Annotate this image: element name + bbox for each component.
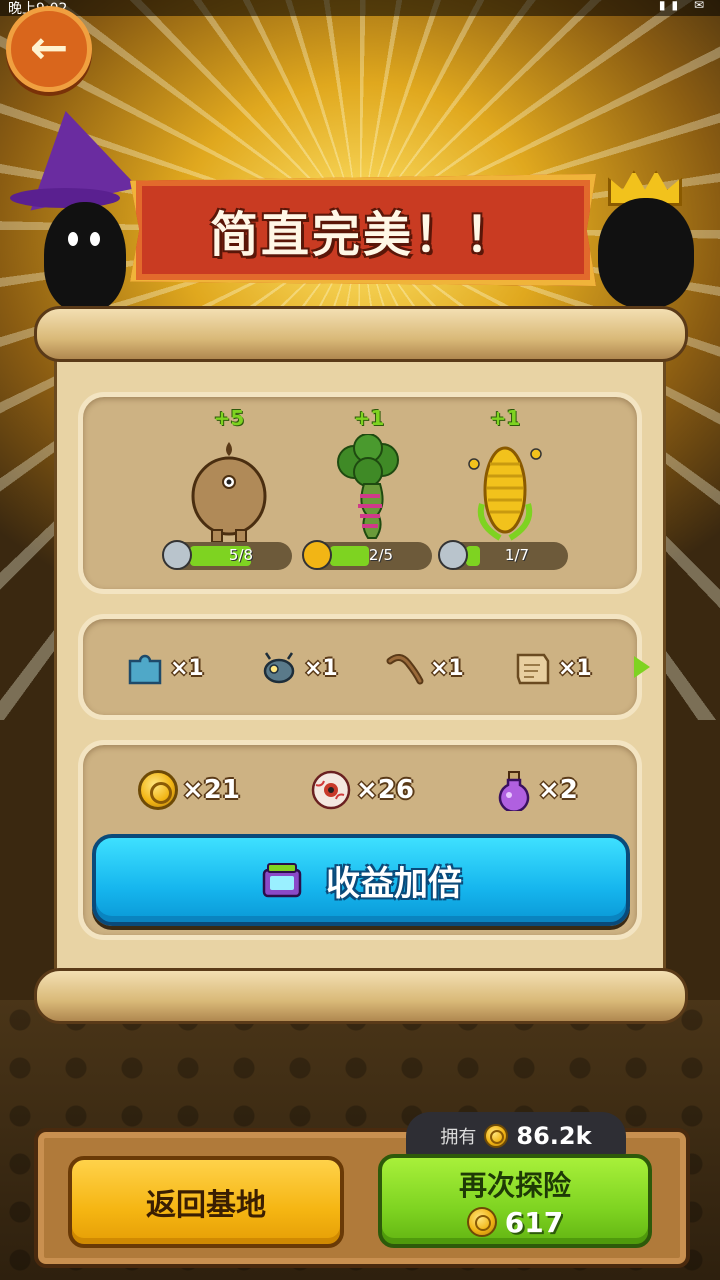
explore-cost-value: 617 [504,1205,564,1239]
progress-label: 5/8 [228,546,254,564]
result-banner: 简直完美！！ [130,174,596,286]
plant-corn[interactable]: +1 1/7 [438,400,570,590]
owned-coins-tag: 拥有 86.2k [406,1112,626,1160]
king-character [590,170,720,320]
plant-bonus: +5 [213,406,245,430]
item-count: ×1 [430,655,464,681]
gold-rank-icon [302,540,332,570]
corn-icon [468,446,542,541]
double-rewards-label: 收益加倍 [326,863,462,904]
item-count: ×1 [558,655,592,681]
eye [90,232,100,246]
eye [68,232,78,246]
reward-item[interactable]: ×1 [124,644,204,692]
silver-rank-icon [438,540,468,570]
coin-icon [466,1207,497,1237]
reward-potions: ×2 [494,768,578,812]
status-bar: 晚上9:02 ▮▮ ✉ [0,0,720,17]
banner-title: 简直完美！！ [209,207,516,263]
status-icons: ▮▮ ✉ [658,0,710,12]
eyeball-icon [311,770,351,810]
owned-label: 拥有 [440,1127,477,1148]
item-count: ×1 [304,655,338,681]
potion-count: ×2 [538,775,578,805]
scroll-map-icon [516,653,550,685]
back-button[interactable]: ← [6,6,92,92]
progress-label: 2/5 [368,546,394,564]
tv-ad-icon [262,863,302,898]
return-base-label: 返回基地 [146,1188,266,1223]
worm-icon [386,654,424,685]
mechanical-bug-icon [263,652,295,684]
item-count: ×1 [170,655,204,681]
owned-value: 86.2k [516,1122,592,1150]
reward-item[interactable]: ×1 [258,644,338,692]
return-base-button[interactable]: 返回基地 [68,1156,344,1248]
coin-icon [138,770,178,810]
coin-count: ×21 [182,775,240,805]
witch-character [10,99,140,320]
plant-bonus: +1 [353,406,385,430]
coin-icon [484,1124,509,1148]
witch-hat-brim [10,188,120,208]
mandrake-icon [191,442,267,543]
reward-item[interactable]: ×1 [384,644,464,692]
double-rewards-button[interactable]: 收益加倍 [92,834,630,926]
arrow-left-icon: ← [29,20,69,74]
eyeball-count: ×26 [356,775,414,805]
explore-cost: 617 [466,1205,564,1239]
plant-bonus: +1 [489,406,521,430]
reward-eyeballs: ×26 [310,768,414,812]
puzzle-piece-icon [128,654,162,685]
explore-again-label: 再次探险 [458,1168,571,1202]
witch-body [44,202,126,312]
potion-icon [498,771,530,811]
scroll-rod-bottom [34,968,688,1024]
plant-broccoli[interactable]: +1 2/5 [302,400,434,590]
silver-rank-icon [162,540,192,570]
plant-mandrake[interactable]: +5 5/8 [162,400,294,590]
scroll-rod-top [34,306,688,362]
king-body [598,198,694,308]
explore-again-button[interactable]: 再次探险 617 [378,1154,652,1248]
broccoli-icon [337,434,399,539]
next-page-arrow-icon[interactable] [634,656,650,678]
progress-label: 1/7 [504,546,530,564]
reward-item[interactable]: ×1 [512,644,592,692]
reward-coins: ×21 [138,768,240,812]
